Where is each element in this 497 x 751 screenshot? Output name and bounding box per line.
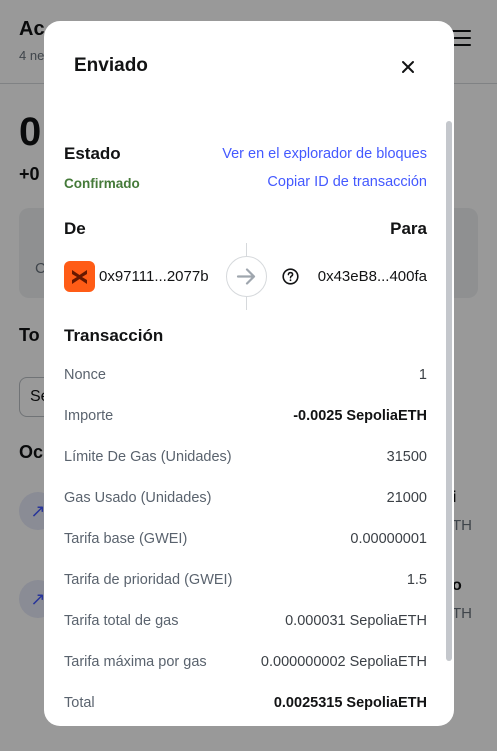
nonce-label: Nonce	[64, 367, 106, 383]
from-label: De	[64, 219, 86, 238]
total-label: Total	[64, 695, 95, 711]
arrow-right-icon	[226, 256, 267, 297]
gas-limit-value: 31500	[386, 449, 427, 465]
base-fee-label: Tarifa base (GWEI)	[64, 531, 188, 547]
block-explorer-link[interactable]: Ver en el explorador de bloques	[222, 146, 427, 162]
modal-title: Enviado	[74, 55, 148, 76]
amount-label: Importe	[64, 408, 114, 424]
max-fee-label: Tarifa máxima por gas	[64, 654, 207, 670]
total-gas-fee-value: 0.000031 SepoliaETH	[285, 613, 427, 629]
gas-used-value: 21000	[386, 490, 427, 506]
close-icon	[402, 61, 414, 73]
gas-limit-label: Límite De Gas (Unidades)	[64, 449, 232, 465]
priority-fee-value: 1.5	[406, 572, 427, 588]
status-badge: Confirmado	[64, 176, 140, 191]
copy-tx-id-link[interactable]: Copiar ID de transacción	[267, 174, 427, 190]
close-button[interactable]	[396, 55, 420, 79]
transaction-heading: Transacción	[64, 326, 164, 345]
total-gas-fee-label: Tarifa total de gas	[64, 613, 179, 629]
question-circle-icon	[282, 268, 299, 285]
nonce-value: 1	[418, 367, 427, 383]
base-fee-value: 0.00000001	[350, 531, 427, 547]
transaction-details-modal: Enviado Estado Ver en el explorador de b…	[44, 21, 454, 726]
from-address[interactable]: 0x97111...2077b	[99, 268, 209, 285]
divider	[246, 243, 247, 256]
divider	[246, 297, 247, 310]
gas-used-label: Gas Usado (Unidades)	[64, 490, 212, 506]
max-fee-value: 0.000000002 SepoliaETH	[260, 654, 427, 670]
scrollbar[interactable]	[446, 121, 452, 661]
metamask-fox-icon	[64, 261, 95, 292]
priority-fee-label: Tarifa de prioridad (GWEI)	[64, 572, 233, 588]
to-label: Para	[390, 219, 427, 238]
to-address[interactable]: 0x43eB8...400fa	[318, 268, 427, 285]
amount-value: -0.0025 SepoliaETH	[293, 408, 427, 424]
status-heading: Estado	[64, 144, 121, 163]
total-value: 0.0025315 SepoliaETH	[273, 695, 427, 711]
